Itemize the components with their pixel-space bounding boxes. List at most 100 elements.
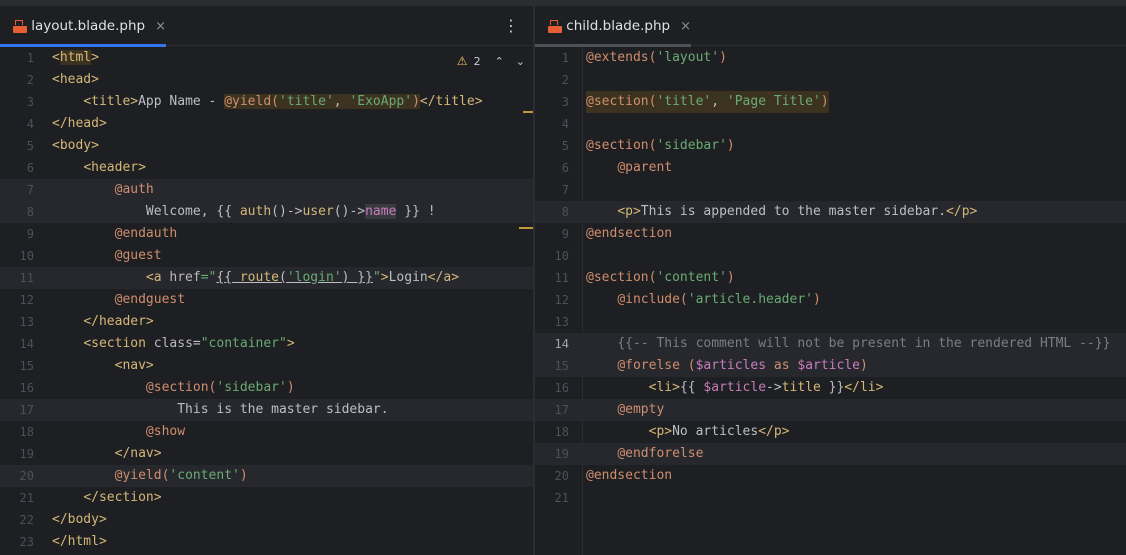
code-line: 14 <section class="container"> [0, 333, 533, 355]
code-line: 3 @section('title', 'Page Title') [535, 91, 1126, 113]
code-line: 21 </section> [0, 487, 533, 509]
code-editor-right[interactable]: 1 @extends('layout') 2 3 @section('title',… [535, 47, 1126, 555]
code-line: 17 This is the master sidebar. [0, 399, 533, 421]
line-number: 8 [561, 205, 569, 219]
code-line: 4 </head> [0, 113, 533, 135]
code-line: 1 <html> [0, 47, 533, 69]
code-line: 18 <p>No articles</p> [535, 421, 1126, 443]
code-line: 3 <title>App Name - @yield('title', 'Exo… [0, 91, 533, 113]
line-number: 3 [26, 95, 34, 109]
line-number: 4 [26, 117, 34, 131]
code-line: 7 [535, 179, 1126, 201]
code-line: 21 [535, 487, 1126, 509]
line-number: 6 [26, 161, 34, 175]
code-line: 15 <nav> [0, 355, 533, 377]
line-number: 23 [19, 535, 34, 549]
code-line: 18 @show [0, 421, 533, 443]
code-line: 13 [535, 311, 1126, 333]
code-line: 23 </html> [0, 531, 533, 553]
line-number: 18 [19, 425, 34, 439]
line-number: 16 [554, 381, 569, 395]
code-line: 22 </body> [0, 509, 533, 531]
close-icon[interactable]: × [680, 19, 691, 34]
line-number: 4 [561, 117, 569, 131]
code-line: 5 @section('sidebar') [535, 135, 1126, 157]
more-options-icon[interactable]: ⋮ [503, 16, 519, 36]
tab-label: layout.blade.php [31, 18, 146, 34]
blade-file-icon [547, 18, 562, 34]
line-number: 20 [554, 469, 569, 483]
line-number: 14 [19, 337, 34, 351]
line-number: 8 [26, 205, 34, 219]
code-line: 10 @guest [0, 245, 533, 267]
code-line: 19 </nav> [0, 443, 533, 465]
code-line: 10 [535, 245, 1126, 267]
code-line: 19 @endforelse [535, 443, 1126, 465]
line-number: 2 [26, 73, 34, 87]
tab-bar-left: layout.blade.php × ⋮ [0, 6, 533, 47]
line-number: 15 [554, 359, 569, 373]
line-number: 9 [561, 227, 569, 241]
code-line: 9 @endsection [535, 223, 1126, 245]
line-number: 21 [554, 491, 569, 505]
line-number: 1 [561, 51, 569, 65]
line-number: 19 [554, 447, 569, 461]
line-number: 11 [554, 271, 569, 285]
line-number: 12 [19, 293, 34, 307]
line-number: 7 [26, 183, 34, 197]
code-line: 7 @auth [0, 179, 533, 201]
code-line: 13 </header> [0, 311, 533, 333]
code-line: 11 @section('content') [535, 267, 1126, 289]
line-number: 7 [561, 183, 569, 197]
line-number: 11 [19, 271, 34, 285]
code-line: 11 <a href="{{ route('login') }}">Login<… [0, 267, 533, 289]
line-number: 10 [19, 249, 34, 263]
tab-bar-right: child.blade.php × [535, 6, 1126, 47]
tab-label: child.blade.php [566, 18, 671, 34]
code-line: 17 @empty [535, 399, 1126, 421]
line-number: 12 [554, 293, 569, 307]
close-icon[interactable]: × [155, 19, 166, 34]
line-number: 6 [561, 161, 569, 175]
code-line-current: 14 {{-- This comment will not be present… [535, 333, 1126, 355]
code-line: 15 @forelse ($articles as $article) [535, 355, 1126, 377]
code-line: 20 @endsection [535, 465, 1126, 487]
line-number: 9 [26, 227, 34, 241]
line-number: 14 [554, 337, 569, 351]
code-line: 16 <li>{{ $article->title }}</li> [535, 377, 1126, 399]
code-line: 6 <header> [0, 157, 533, 179]
tab-child-blade[interactable]: child.blade.php × [535, 6, 691, 47]
line-number: 19 [19, 447, 34, 461]
code-line: 8 Welcome, {{ auth()->user()->name }} ! [0, 201, 533, 223]
line-number: 21 [19, 491, 34, 505]
code-line: 20 @yield('content') [0, 465, 533, 487]
line-number: 16 [19, 381, 34, 395]
code-line: 4 [535, 113, 1126, 135]
code-line: 12 @endguest [0, 289, 533, 311]
line-number: 3 [561, 95, 569, 109]
line-number: 5 [26, 139, 34, 153]
code-editor-left[interactable]: ⚠ 2 ⌃ ⌄ 1 <html> 2 <head> 3 <title>App Nam… [0, 47, 533, 555]
code-line: 5 <body> [0, 135, 533, 157]
line-number: 17 [554, 403, 569, 417]
code-line: 9 @endauth [0, 223, 533, 245]
line-number: 15 [19, 359, 34, 373]
code-line: 6 @parent [535, 157, 1126, 179]
code-line: 8 <p>This is appended to the master side… [535, 201, 1126, 223]
line-number: 17 [19, 403, 34, 417]
line-number: 1 [26, 51, 34, 65]
line-number: 18 [554, 425, 569, 439]
code-line: 16 @section('sidebar') [0, 377, 533, 399]
editor-pane-left: layout.blade.php × ⋮ ⚠ 2 ⌃ ⌄ 1 <html> 2 <h… [0, 6, 533, 555]
line-number: 22 [19, 513, 34, 527]
code-line: 2 [535, 69, 1126, 91]
tab-layout-blade[interactable]: layout.blade.php × [0, 6, 166, 47]
line-number: 5 [561, 139, 569, 153]
code-line: 12 @include('article.header') [535, 289, 1126, 311]
code-line: 2 <head> [0, 69, 533, 91]
editor-pane-right: child.blade.php × 1 @extends('layout') 2 … [535, 6, 1126, 555]
line-number: 2 [561, 73, 569, 87]
blade-file-icon [12, 18, 27, 34]
line-number: 13 [554, 315, 569, 329]
line-number: 20 [19, 469, 34, 483]
